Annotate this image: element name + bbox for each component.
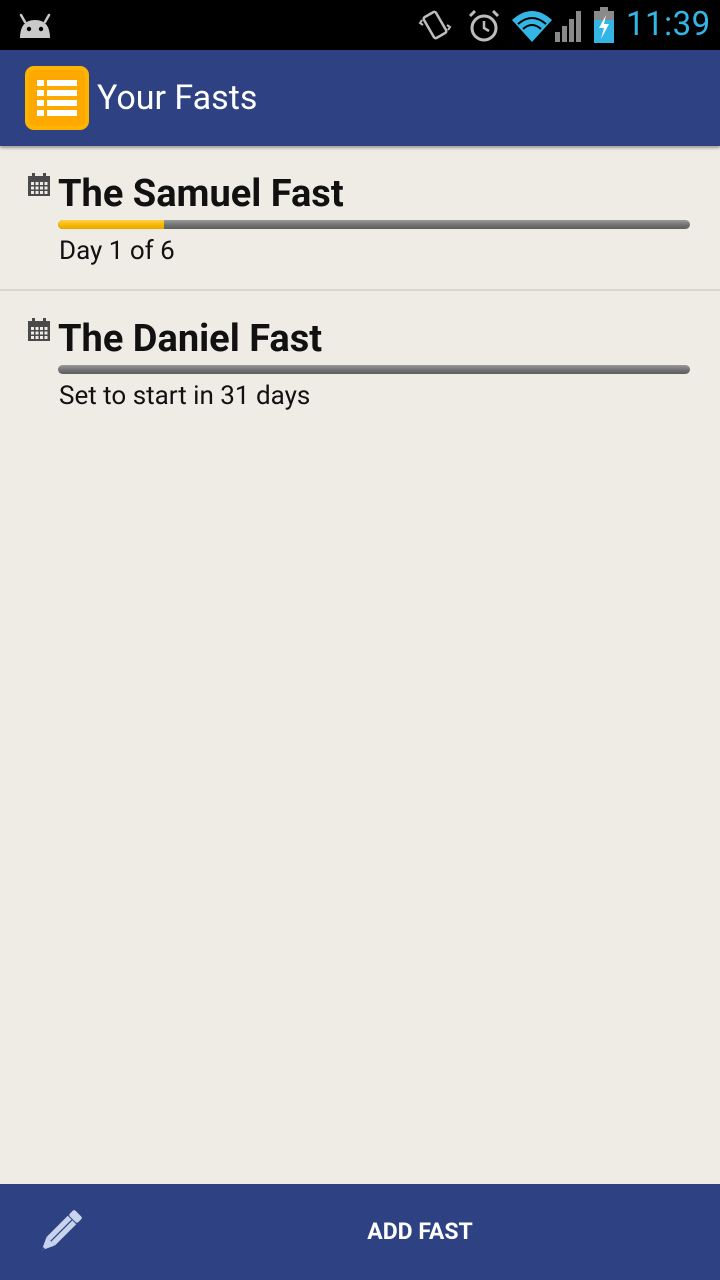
add-fast-button[interactable]: ADD FAST bbox=[120, 1184, 720, 1280]
action-bar: Your Fasts bbox=[0, 50, 720, 146]
battery-charging-icon bbox=[594, 7, 614, 43]
fast-status: Day 1 of 6 bbox=[59, 236, 175, 266]
vibrate-icon bbox=[418, 10, 452, 40]
alarm-icon bbox=[468, 9, 500, 42]
signal-icon bbox=[555, 11, 581, 42]
clock: 11:39 bbox=[626, 5, 711, 44]
fast-item-daniel[interactable]: The Daniel Fast Set to start in 31 days bbox=[0, 291, 720, 436]
fast-progress-bar bbox=[58, 220, 690, 229]
android-icon bbox=[19, 13, 51, 38]
wifi-icon bbox=[512, 11, 552, 42]
fast-name: The Samuel Fast bbox=[58, 172, 344, 216]
bottom-bar: ADD FAST bbox=[0, 1184, 720, 1280]
status-bar: 11:39 bbox=[0, 0, 720, 50]
page-title: Your Fasts bbox=[97, 78, 258, 118]
fast-status: Set to start in 31 days bbox=[59, 381, 311, 411]
calendar-icon bbox=[28, 318, 50, 341]
pencil-icon bbox=[41, 1210, 82, 1251]
calendar-icon bbox=[28, 173, 50, 196]
fast-progress-bar bbox=[58, 365, 690, 374]
list-icon[interactable] bbox=[25, 66, 89, 130]
fast-name: The Daniel Fast bbox=[58, 317, 323, 361]
fast-progress-fill bbox=[58, 220, 164, 229]
fast-item-samuel[interactable]: The Samuel Fast Day 1 of 6 bbox=[0, 146, 720, 291]
